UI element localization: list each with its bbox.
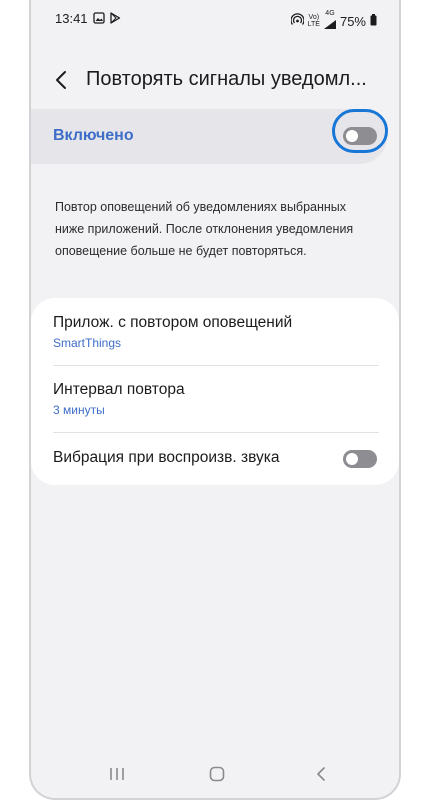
interval-row-title: Интервал повтора xyxy=(53,381,185,398)
hotspot-icon xyxy=(290,13,305,29)
network-type: Vo) LTE xyxy=(308,14,320,28)
description-text: Повтор оповещений об уведомлениях выбран… xyxy=(55,200,354,258)
vibration-toggle-knob xyxy=(346,453,358,465)
header: Повторять сигналы уведомл... xyxy=(31,58,399,98)
apps-row-value: SmartThings xyxy=(53,336,122,350)
interval-row-value: 3 минуты xyxy=(53,403,105,417)
status-left-icons xyxy=(93,12,121,27)
battery-icon xyxy=(370,13,377,29)
vibration-row-title: Вибрация при воспроизв. звука xyxy=(53,449,280,466)
vibration-row[interactable]: Вибрация при воспроизв. звука xyxy=(31,432,399,485)
back-icon xyxy=(317,767,325,781)
vibration-toggle[interactable] xyxy=(343,450,377,468)
master-switch-label: Включено xyxy=(53,127,134,144)
nav-bar xyxy=(31,750,399,798)
apps-row-title: Прилож. с повтором оповещений xyxy=(53,314,293,331)
home-button[interactable] xyxy=(205,764,229,784)
gallery-icon xyxy=(93,12,105,27)
chevron-left-icon xyxy=(56,71,66,89)
battery-text: 75% xyxy=(339,13,366,29)
signal-icon xyxy=(323,17,336,32)
recent-apps-button[interactable] xyxy=(105,764,129,784)
status-right: Vo) LTE 4G 75% xyxy=(290,10,377,32)
settings-card: Прилож. с повтором оповещений SmartThing… xyxy=(31,298,399,485)
back-button[interactable] xyxy=(47,66,75,94)
signal-label: 4G xyxy=(325,10,335,17)
phone-frame: 13:41 Vo) LTE 4G 75% Повторять сигналы у… xyxy=(29,0,401,800)
signal-group: 4G xyxy=(323,10,336,32)
nav-back-button[interactable] xyxy=(309,764,333,784)
interval-row[interactable]: Интервал повтора 3 минуты xyxy=(31,365,399,432)
home-icon xyxy=(209,766,225,782)
recent-apps-icon xyxy=(110,768,124,780)
status-time: 13:41 xyxy=(55,11,88,26)
page-title: Повторять сигналы уведомл... xyxy=(86,68,367,90)
network-top: Vo) xyxy=(308,14,320,21)
play-store-icon xyxy=(109,12,121,27)
apps-row[interactable]: Прилож. с повтором оповещений SmartThing… xyxy=(31,298,399,365)
master-toggle-knob xyxy=(346,130,358,142)
master-toggle[interactable] xyxy=(343,127,377,145)
status-bar: 13:41 Vo) LTE 4G 75% xyxy=(31,0,399,38)
network-bottom: LTE xyxy=(307,21,320,28)
